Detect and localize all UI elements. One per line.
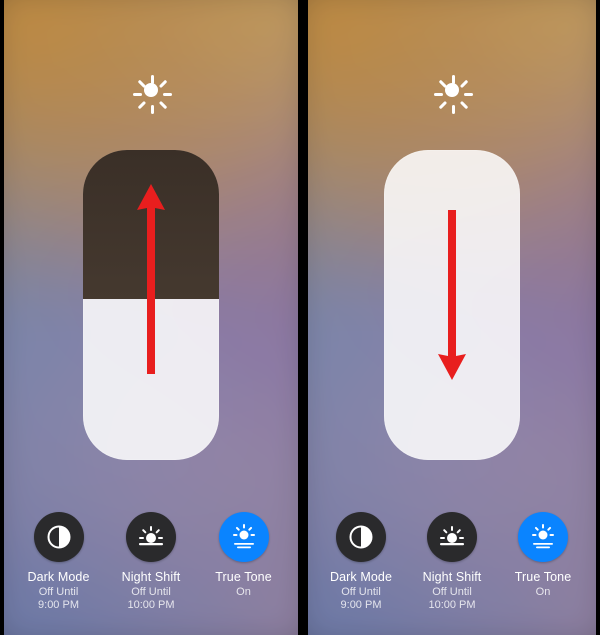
brightness-slider-light <box>384 150 520 460</box>
true-tone-sub1: On <box>236 586 251 600</box>
brightness-slider-dark <box>83 150 219 299</box>
night-shift-button[interactable]: Night Shift Off Until 10:00 PM <box>107 512 195 613</box>
brightness-slider[interactable] <box>83 150 219 460</box>
true-tone-sub1: On <box>536 586 551 600</box>
night-shift-sub1: Off Until <box>432 586 472 600</box>
night-shift-sub1: Off Until <box>131 586 171 600</box>
brightness-sun-icon <box>131 70 171 110</box>
dark-mode-icon <box>34 512 84 562</box>
brightness-slider-light <box>83 299 219 460</box>
night-shift-sub2: 10:00 PM <box>127 599 174 613</box>
night-shift-title: Night Shift <box>122 570 181 586</box>
dark-mode-icon <box>336 512 386 562</box>
true-tone-title: True Tone <box>515 570 572 586</box>
dark-mode-button[interactable]: Dark Mode Off Until 9:00 PM <box>317 512 405 613</box>
brightness-panel-right: Dark Mode Off Until 9:00 PM <box>308 0 596 635</box>
dark-mode-title: Dark Mode <box>27 570 89 586</box>
night-shift-icon <box>126 512 176 562</box>
night-shift-title: Night Shift <box>423 570 482 586</box>
true-tone-button[interactable]: True Tone On <box>200 512 288 599</box>
brightness-sun-icon <box>432 70 472 110</box>
brightness-panel-left: Dark Mode Off Until 9:00 PM <box>4 0 298 635</box>
dark-mode-title: Dark Mode <box>330 570 392 586</box>
display-controls-row: Dark Mode Off Until 9:00 PM <box>308 512 596 613</box>
dark-mode-sub2: 9:00 PM <box>341 599 382 613</box>
brightness-slider[interactable] <box>384 150 520 460</box>
night-shift-icon <box>427 512 477 562</box>
true-tone-icon <box>518 512 568 562</box>
true-tone-button[interactable]: True Tone On <box>499 512 587 599</box>
dark-mode-sub1: Off Until <box>39 586 79 600</box>
true-tone-icon <box>219 512 269 562</box>
dark-mode-button[interactable]: Dark Mode Off Until 9:00 PM <box>15 512 103 613</box>
true-tone-title: True Tone <box>215 570 272 586</box>
dark-mode-sub1: Off Until <box>341 586 381 600</box>
dark-mode-sub2: 9:00 PM <box>38 599 79 613</box>
night-shift-sub2: 10:00 PM <box>428 599 475 613</box>
brightness-icon-wrap <box>308 70 596 110</box>
brightness-icon-wrap <box>4 70 298 110</box>
night-shift-button[interactable]: Night Shift Off Until 10:00 PM <box>408 512 496 613</box>
display-controls-row: Dark Mode Off Until 9:00 PM <box>4 512 298 613</box>
